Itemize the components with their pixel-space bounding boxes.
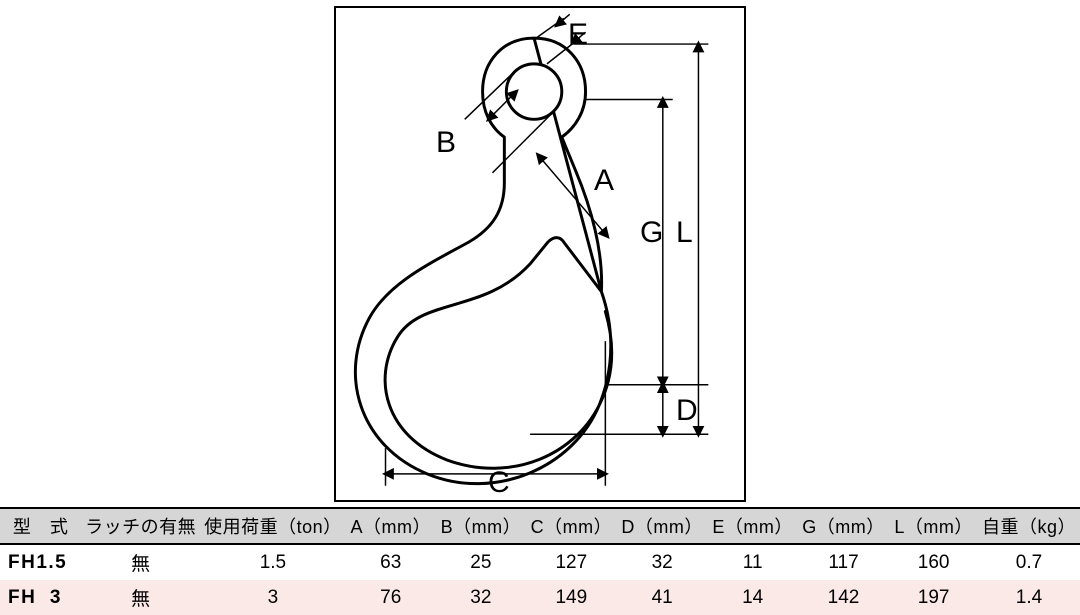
- label-C: C: [488, 468, 510, 498]
- hook-diagram: E B A C D G L: [334, 6, 746, 502]
- cell-wll: 1.5: [200, 544, 346, 580]
- cell-L: 197: [889, 580, 978, 615]
- th-wll: 使用荷重（ton）: [200, 508, 346, 544]
- th-B: B（mm）: [436, 508, 526, 544]
- cell-G: 142: [798, 580, 890, 615]
- cell-C: 127: [526, 544, 617, 580]
- cell-E: 14: [708, 580, 798, 615]
- cell-weight: 0.7: [978, 544, 1080, 580]
- th-model: 型 式: [0, 508, 81, 544]
- cell-D: 41: [617, 580, 708, 615]
- cell-D: 32: [617, 544, 708, 580]
- label-L: L: [676, 218, 693, 248]
- th-G: G（mm）: [798, 508, 890, 544]
- label-B: B: [436, 128, 456, 158]
- cell-G: 117: [798, 544, 890, 580]
- th-L: L（mm）: [889, 508, 978, 544]
- label-G: G: [640, 218, 663, 248]
- cell-A: 76: [346, 580, 436, 615]
- cell-model: FH 3: [0, 580, 81, 615]
- label-E: E: [568, 20, 588, 50]
- label-D: D: [676, 396, 698, 426]
- spec-table: 型 式 ラッチの有無 使用荷重（ton） A（mm） B（mm） C（mm） D…: [0, 507, 1080, 615]
- cell-E: 11: [708, 544, 798, 580]
- label-A: A: [594, 166, 614, 196]
- cell-B: 32: [436, 580, 526, 615]
- table-row: FH1.5 無 1.5 63 25 127 32 11 117 160 0.7: [0, 544, 1080, 580]
- diagram-area: E B A C D G L: [0, 0, 1080, 507]
- th-D: D（mm）: [617, 508, 708, 544]
- th-latch: ラッチの有無: [81, 508, 200, 544]
- cell-B: 25: [436, 544, 526, 580]
- th-A: A（mm）: [346, 508, 436, 544]
- cell-wll: 3: [200, 580, 346, 615]
- cell-weight: 1.4: [978, 580, 1080, 615]
- cell-latch: 無: [81, 544, 200, 580]
- th-weight: 自重（kg）: [978, 508, 1080, 544]
- table-row: FH 3 無 3 76 32 149 41 14 142 197 1.4: [0, 580, 1080, 615]
- cell-C: 149: [526, 580, 617, 615]
- cell-latch: 無: [81, 580, 200, 615]
- cell-A: 63: [346, 544, 436, 580]
- cell-model: FH1.5: [0, 544, 81, 580]
- th-C: C（mm）: [526, 508, 617, 544]
- table-header-row: 型 式 ラッチの有無 使用荷重（ton） A（mm） B（mm） C（mm） D…: [0, 508, 1080, 544]
- cell-L: 160: [889, 544, 978, 580]
- th-E: E（mm）: [708, 508, 798, 544]
